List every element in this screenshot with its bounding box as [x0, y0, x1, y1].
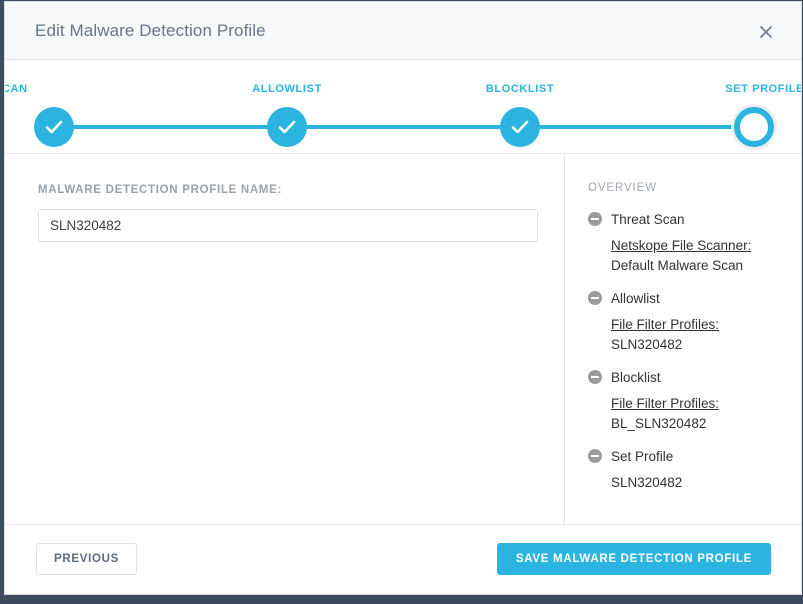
minus-circle-icon[interactable]	[588, 370, 602, 384]
minus-circle-icon[interactable]	[588, 291, 602, 305]
overview-detail-value: SLN320482	[611, 475, 683, 490]
dialog-body: MALWARE DETECTION PROFILE NAME: OVERVIEW…	[5, 154, 801, 524]
overview-title: OVERVIEW	[588, 182, 657, 194]
overview-group-detail: File Filter Profiles: SLN320482	[611, 315, 801, 355]
close-icon[interactable]	[753, 19, 779, 45]
overview-detail-key: Netskope File Scanner:	[611, 238, 752, 253]
dialog-title: Edit Malware Detection Profile	[35, 21, 266, 40]
stepper-step-label: BLOCKLIST	[485, 83, 555, 95]
overview-group-header[interactable]: Set Profile	[588, 445, 801, 467]
dialog-header: Edit Malware Detection Profile	[5, 2, 801, 60]
overview-group-header[interactable]: Allowlist	[588, 287, 801, 309]
overview-group-label: Blocklist	[611, 369, 661, 385]
minus-circle-icon[interactable]	[588, 212, 602, 226]
overview-detail-key: File Filter Profiles:	[611, 317, 720, 332]
save-malware-detection-profile-button[interactable]: SAVE MALWARE DETECTION PROFILE	[496, 543, 771, 575]
form-pane: MALWARE DETECTION PROFILE NAME:	[5, 154, 565, 524]
overview-group-detail: SLN320482	[611, 473, 801, 493]
overview-group-threat-scan: Threat Scan Netskope File Scanner: Defau…	[588, 208, 801, 276]
overview-group-detail: Netskope File Scanner: Default Malware S…	[611, 236, 801, 276]
overview-group-set-profile: Set Profile SLN320482	[588, 445, 801, 493]
overview-group-blocklist: Blocklist File Filter Profiles: BL_SLN32…	[588, 366, 801, 434]
overview-detail-value: SLN320482	[611, 337, 683, 352]
overview-group-label: Threat Scan	[611, 211, 685, 227]
overview-group-detail: File Filter Profiles: BL_SLN320482	[611, 394, 801, 434]
dialog-footer: PREVIOUS SAVE MALWARE DETECTION PROFILE	[5, 524, 801, 594]
overview-detail-key: File Filter Profiles:	[611, 396, 720, 411]
stepper-step-label: SET PROFILE	[725, 83, 802, 95]
active-step-ring-icon	[734, 107, 774, 147]
overview-group-label: Allowlist	[611, 290, 660, 306]
profile-name-label: MALWARE DETECTION PROFILE NAME:	[38, 184, 283, 196]
overview-detail-value: BL_SLN320482	[611, 416, 707, 431]
stepper-track	[54, 125, 752, 129]
overview-pane: OVERVIEW Threat Scan Netskope File Scann…	[566, 154, 801, 524]
edit-malware-detection-profile-dialog: Edit Malware Detection Profile THREAT SC…	[4, 1, 802, 595]
wizard-stepper: THREAT SCAN ALLOWLIST BLOCKLIST	[5, 60, 801, 154]
overview-group-header[interactable]: Threat Scan	[588, 208, 801, 230]
check-icon	[34, 107, 74, 147]
check-icon	[267, 107, 307, 147]
overview-group-allowlist: Allowlist File Filter Profiles: SLN32048…	[588, 287, 801, 355]
overview-group-header[interactable]: Blocklist	[588, 366, 801, 388]
profile-name-input[interactable]	[38, 209, 538, 242]
previous-button[interactable]: PREVIOUS	[36, 543, 138, 575]
check-icon	[500, 107, 540, 147]
stepper-step-label: THREAT SCAN	[5, 83, 28, 95]
overview-group-label: Set Profile	[611, 448, 674, 464]
stepper-step-label: ALLOWLIST	[252, 83, 322, 95]
minus-circle-icon[interactable]	[588, 449, 602, 463]
overview-detail-value: Default Malware Scan	[611, 258, 744, 273]
